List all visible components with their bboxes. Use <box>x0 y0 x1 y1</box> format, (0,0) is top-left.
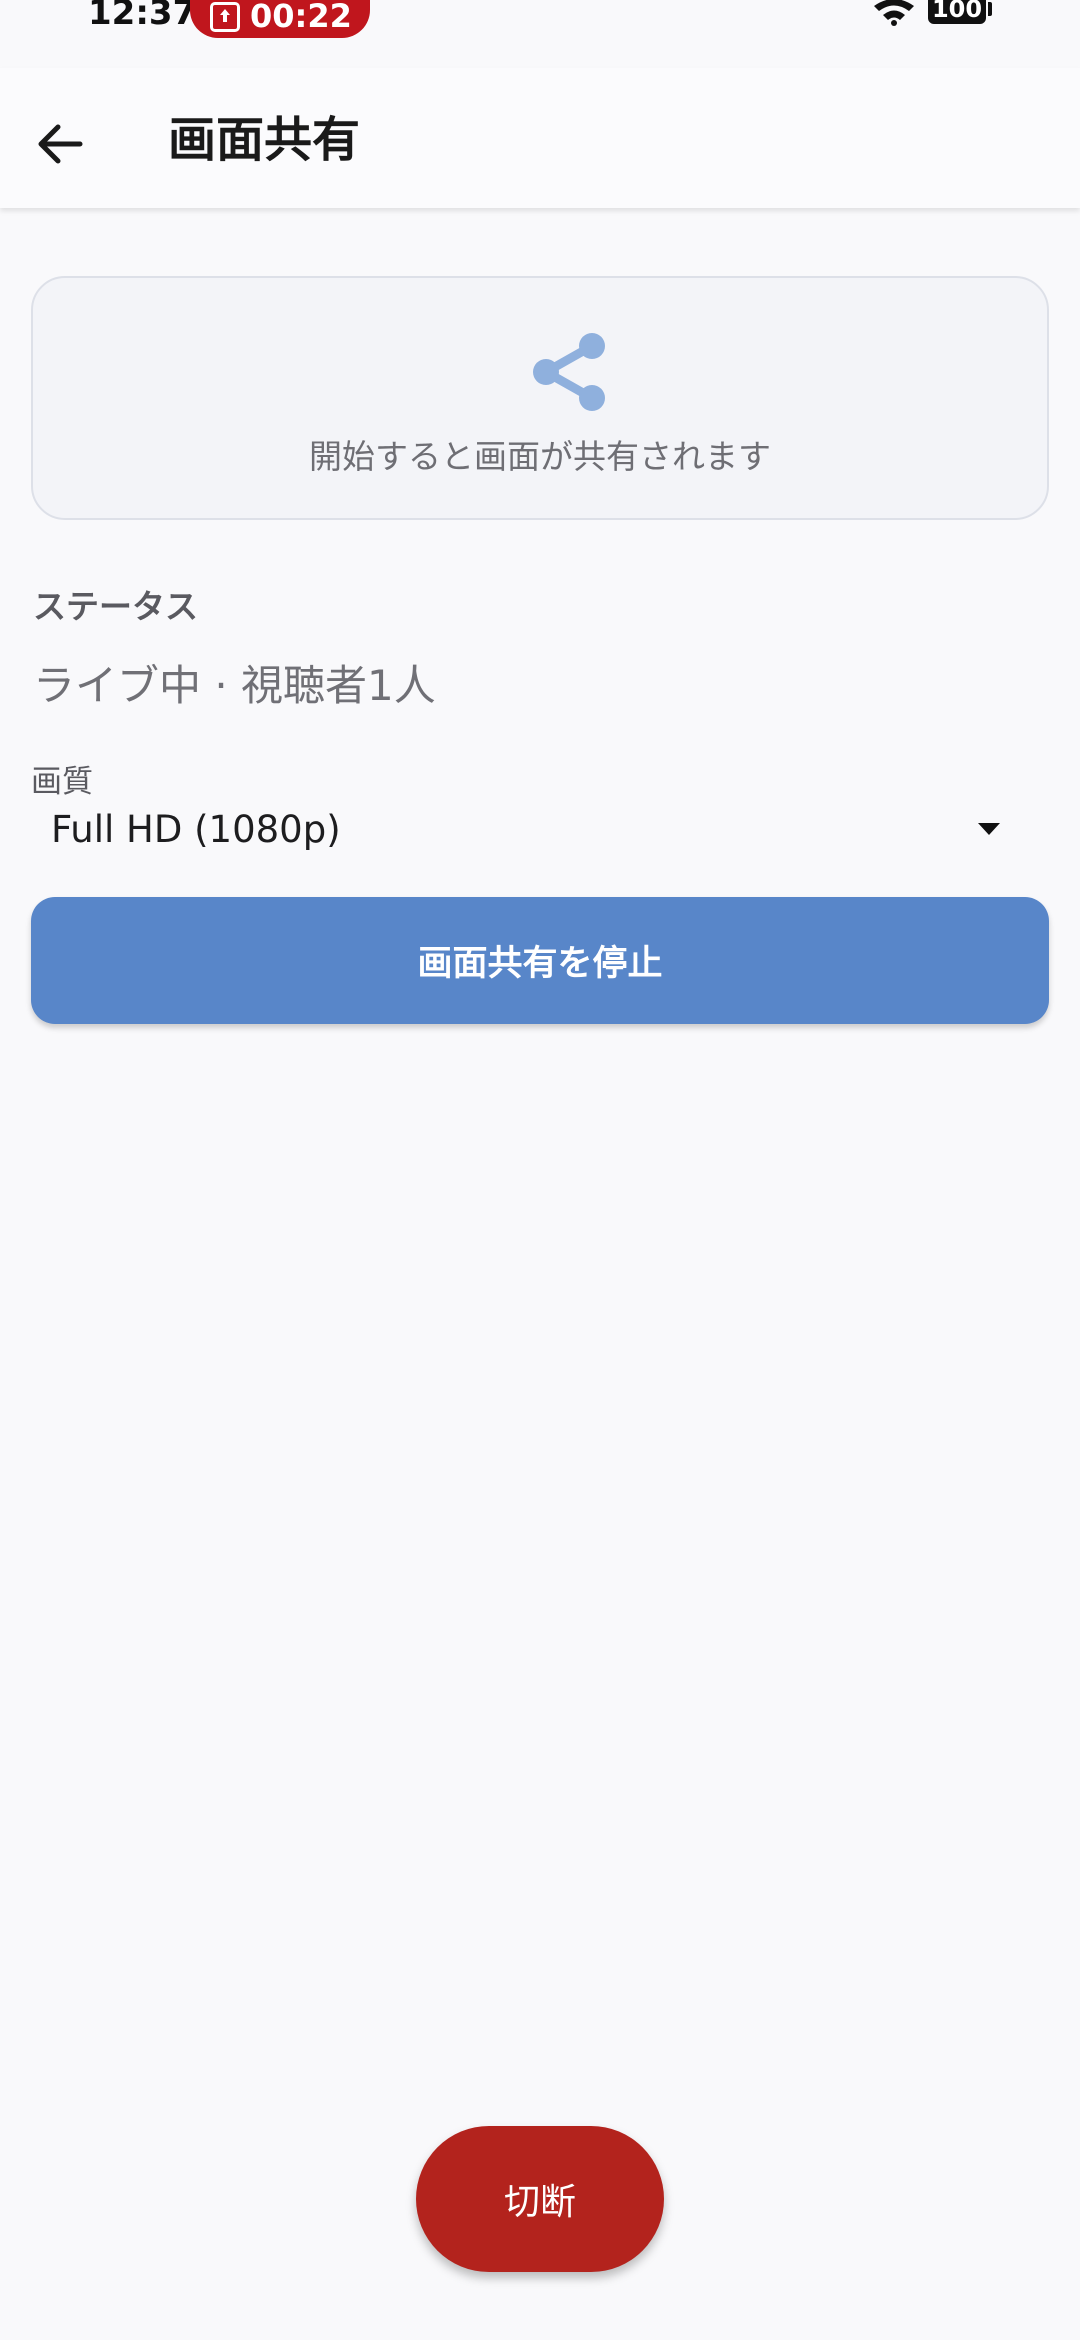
screen-recording-indicator[interactable]: 00:22 <box>190 0 370 38</box>
screen-share-icon <box>210 2 240 32</box>
app-bar: 画面共有 <box>0 68 1080 208</box>
status-value: ライブ中 · 視聴者1人 <box>33 661 436 710</box>
status-time: 12:37 <box>88 0 197 33</box>
recording-timer: 00:22 <box>250 0 352 35</box>
dropdown-arrow-icon <box>978 823 1000 835</box>
stop-sharing-button[interactable]: 画面共有を停止 <box>31 897 1049 1024</box>
share-icon <box>533 333 605 411</box>
disconnect-button[interactable]: 切断 <box>416 2126 664 2272</box>
status-label: ステータス <box>33 587 198 626</box>
share-caption: 開始すると画面が共有されます <box>309 437 771 476</box>
arrow-left-icon <box>38 124 83 164</box>
wifi-icon <box>874 0 914 26</box>
status-bar: 12:37 00:22 100 <box>0 0 1080 66</box>
quality-dropdown[interactable]: Full HD (1080p) <box>31 800 1031 862</box>
battery-indicator: 100 <box>928 0 992 24</box>
quality-selected-value: Full HD (1080p) <box>51 808 341 851</box>
back-button[interactable] <box>28 112 92 176</box>
page-title: 画面共有 <box>168 112 361 168</box>
quality-label: 画質 <box>31 764 93 800</box>
share-preview-card: 開始すると画面が共有されます <box>31 276 1049 520</box>
